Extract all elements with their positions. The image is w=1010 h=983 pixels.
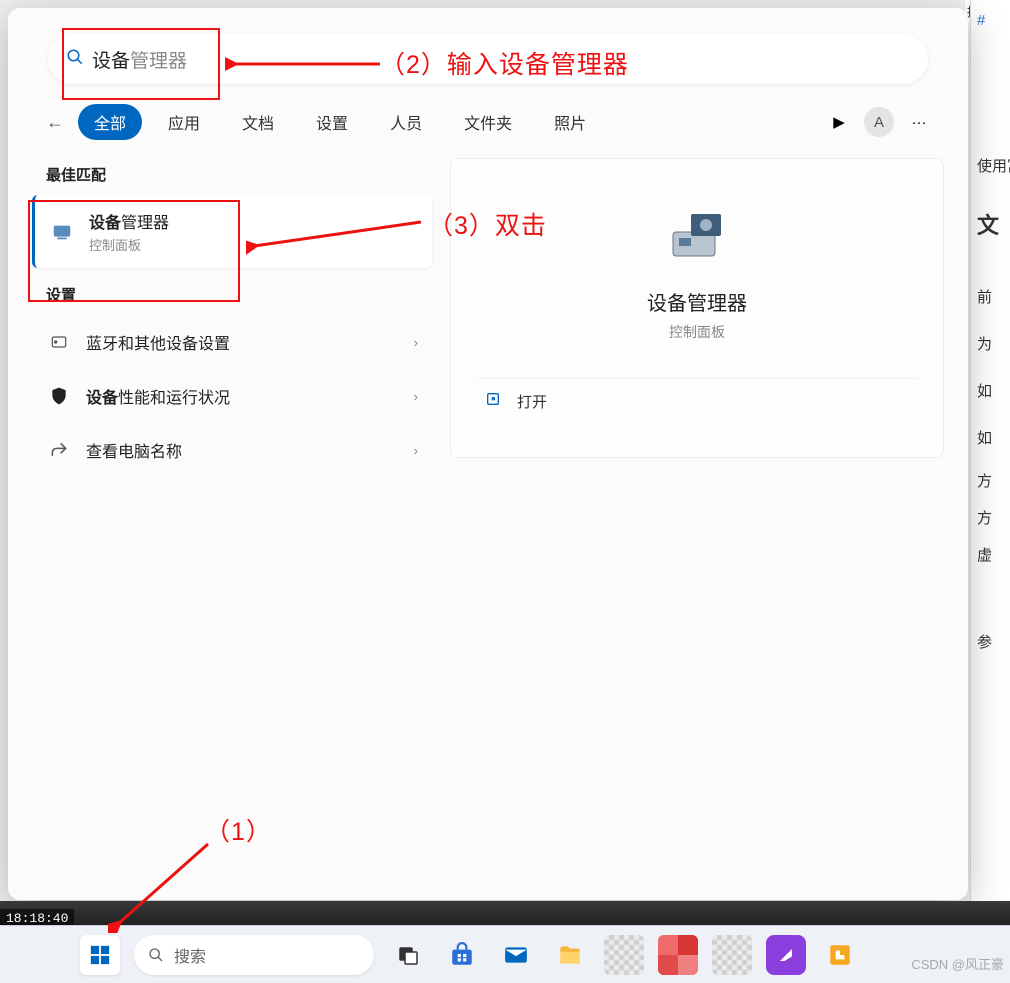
pinned-app-3[interactable] (712, 935, 752, 975)
detail-pane: 设备管理器 控制面板 打开 (450, 158, 944, 458)
tab-settings[interactable]: 设置 (300, 104, 364, 140)
result-pc-name[interactable]: 查看电脑名称 › (32, 423, 432, 477)
pinned-app-2[interactable] (658, 935, 698, 975)
settings-header: 设置 (46, 284, 432, 305)
search-icon (66, 48, 84, 71)
pinned-app-5[interactable] (820, 935, 860, 975)
result-title: 查看电脑名称 (86, 438, 414, 462)
shield-icon (46, 383, 72, 409)
pinned-app-4[interactable] (766, 935, 806, 975)
search-input-text: 设备管理器 (92, 46, 187, 73)
result-title: 设备性能和运行状况 (86, 384, 414, 408)
background-hash: # (971, 4, 1010, 37)
chevron-right-icon: › (414, 389, 418, 404)
chevron-right-icon: › (414, 443, 418, 458)
windows-search-panel: 设备管理器 ← 全部 应用 文档 设置 人员 文件夹 照片 ▶ A ··· 最佳… (8, 8, 968, 900)
background-page-fragment: # 使用富 文 前 为 如 如 方 方 虚 参 (970, 0, 1010, 920)
filter-tabs-row: ← 全部 应用 文档 设置 人员 文件夹 照片 ▶ A ··· (32, 98, 944, 158)
open-label: 打开 (517, 391, 547, 412)
open-action[interactable]: 打开 (477, 378, 917, 424)
user-avatar[interactable]: A (864, 107, 894, 137)
results-column: 最佳匹配 设备管理器 控制面板 设置 蓝牙和其他设备设置 › (32, 158, 432, 477)
search-field[interactable]: 设备管理器 (48, 34, 928, 84)
result-title: 设备管理器 (89, 209, 418, 233)
result-device-manager[interactable]: 设备管理器 控制面板 (32, 195, 432, 268)
search-icon (148, 947, 164, 963)
more-options-icon[interactable]: ··· (904, 107, 934, 137)
tab-people[interactable]: 人员 (374, 104, 438, 140)
result-subtitle: 控制面板 (89, 235, 418, 254)
chevron-right-icon: › (414, 335, 418, 350)
tab-all[interactable]: 全部 (78, 104, 142, 140)
windows-taskbar: 搜索 (0, 925, 1010, 983)
tab-documents[interactable]: 文档 (226, 104, 290, 140)
result-title: 蓝牙和其他设备设置 (86, 330, 414, 354)
tab-apps[interactable]: 应用 (152, 104, 216, 140)
device-manager-icon (49, 219, 75, 245)
best-match-header: 最佳匹配 (46, 164, 432, 185)
play-icon[interactable]: ▶ (824, 107, 854, 137)
file-explorer-icon[interactable] (550, 935, 590, 975)
pinned-app-1[interactable] (604, 935, 644, 975)
watermark: CSDN @风正豪 (911, 954, 1004, 973)
tab-folders[interactable]: 文件夹 (448, 104, 528, 140)
tab-photos[interactable]: 照片 (538, 104, 602, 140)
task-view-icon[interactable] (388, 935, 428, 975)
back-arrow-icon[interactable]: ← (42, 112, 68, 133)
mail-icon[interactable] (496, 935, 536, 975)
share-icon (46, 437, 72, 463)
start-button[interactable] (80, 935, 120, 975)
result-device-performance[interactable]: 设备性能和运行状况 › (32, 369, 432, 423)
taskbar-search[interactable]: 搜索 (134, 935, 374, 975)
detail-subtitle: 控制面板 (477, 322, 917, 342)
bluetooth-icon (46, 329, 72, 355)
result-bluetooth-settings[interactable]: 蓝牙和其他设备设置 › (32, 315, 432, 369)
taskbar-search-placeholder: 搜索 (174, 943, 206, 967)
detail-device-manager-icon (662, 199, 732, 269)
microsoft-store-icon[interactable] (442, 935, 482, 975)
open-icon (483, 391, 503, 412)
detail-title: 设备管理器 (477, 287, 917, 316)
